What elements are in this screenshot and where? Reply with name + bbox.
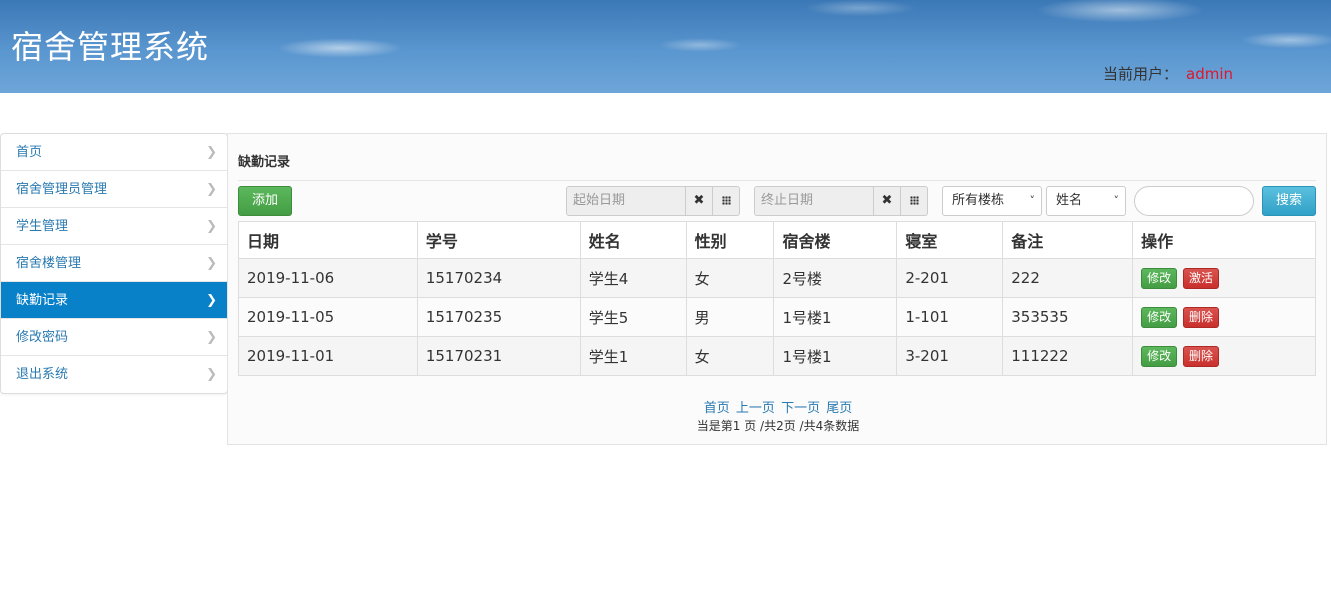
building-select[interactable]: 所有楼栋 ˅ <box>942 186 1042 216</box>
cell-date: 2019-11-05 <box>238 297 418 337</box>
edit-button[interactable]: 修改 <box>1141 306 1178 328</box>
clear-icon[interactable]: ✖ <box>686 186 713 216</box>
first-page-link[interactable]: 首页 <box>704 401 730 416</box>
sidebar-item-absence-records[interactable]: 缺勤记录 ❯ <box>1 282 227 319</box>
search-input[interactable] <box>1134 186 1254 216</box>
current-user-name[interactable]: admin <box>1186 65 1233 83</box>
table-row: 2019-11-05 15170235 学生5 男 1号楼1 1-101 353… <box>238 297 1316 337</box>
cell-note: 222 <box>1002 258 1134 298</box>
sidebar-item-home[interactable]: 首页 ❯ <box>1 134 227 171</box>
sidebar-item-label: 宿舍管理员管理 <box>16 182 108 197</box>
cell-actions: 修改 删除 <box>1132 336 1316 376</box>
cell-student-id: 15170231 <box>416 336 581 376</box>
sidebar-item-logout[interactable]: 退出系统 ❯ <box>1 356 227 393</box>
search-field-select[interactable]: 姓名 ˅ <box>1046 186 1126 216</box>
main-panel: 缺勤记录 添加 起始日期 ✖ 终止日期 ✖ 所有楼栋 ˅ 姓名 ˅ 搜索 日期 … <box>227 133 1327 445</box>
app-header: 宿舍管理系统 当前用户： admin <box>0 0 1331 93</box>
sidebar-item-students[interactable]: 学生管理 ❯ <box>1 208 227 245</box>
cell-name: 学生1 <box>579 336 687 376</box>
absence-table: 日期 学号 姓名 性别 宿舍楼 寝室 备注 操作 2019-11-06 1517… <box>238 221 1316 376</box>
title-divider <box>238 180 1316 181</box>
cell-date: 2019-11-06 <box>238 258 418 298</box>
sidebar: 首页 ❯ 宿舍管理员管理 ❯ 学生管理 ❯ 宿舍楼管理 ❯ 缺勤记录 ❯ 修改密… <box>0 133 228 394</box>
current-user-label: 当前用户： <box>1103 65 1179 83</box>
cell-actions: 修改 删除 <box>1132 297 1316 337</box>
sidebar-item-label: 修改密码 <box>16 330 69 345</box>
sidebar-item-label: 缺勤记录 <box>16 293 69 308</box>
sidebar-item-label: 首页 <box>16 145 43 160</box>
cell-gender: 女 <box>685 336 775 376</box>
column-header-date: 日期 <box>238 221 418 259</box>
page-title: 缺勤记录 <box>238 155 291 170</box>
search-field-select-value: 姓名 <box>1056 193 1083 208</box>
table-row: 2019-11-01 15170231 学生1 女 1号楼1 3-201 111… <box>238 336 1316 376</box>
chevron-down-icon: ˅ <box>1113 194 1120 207</box>
sidebar-item-label: 退出系统 <box>16 367 69 382</box>
building-select-value: 所有楼栋 <box>952 193 1005 208</box>
cell-gender: 男 <box>685 297 775 337</box>
start-date-input[interactable]: 起始日期 <box>566 186 686 216</box>
delete-button[interactable]: 删除 <box>1182 306 1219 328</box>
chevron-right-icon: ❯ <box>206 330 217 345</box>
last-page-link[interactable]: 尾页 <box>826 401 852 416</box>
cell-student-id: 15170235 <box>416 297 581 337</box>
pagination-info: 当是第1 页 /共2页 /共4条数据 <box>696 419 860 433</box>
activate-button[interactable]: 激活 <box>1182 267 1219 289</box>
column-header-building: 宿舍楼 <box>773 221 898 259</box>
column-header-gender: 性别 <box>685 221 775 259</box>
table-row: 2019-11-06 15170234 学生4 女 2号楼 2-201 222 … <box>238 258 1316 298</box>
column-header-student-id: 学号 <box>416 221 581 259</box>
cell-building: 1号楼1 <box>773 297 898 337</box>
calendar-grid-icon[interactable] <box>713 186 740 216</box>
chevron-down-icon: ˅ <box>1029 194 1036 207</box>
sidebar-item-label: 学生管理 <box>16 219 69 234</box>
column-header-note: 备注 <box>1002 221 1134 259</box>
current-user: 当前用户： admin <box>1103 63 1233 84</box>
edit-button[interactable]: 修改 <box>1141 267 1178 289</box>
cell-note: 353535 <box>1002 297 1134 337</box>
cell-room: 1-101 <box>896 297 1004 337</box>
search-button[interactable]: 搜索 <box>1262 186 1316 216</box>
end-date-input[interactable]: 终止日期 <box>754 186 874 216</box>
chevron-right-icon: ❯ <box>206 219 217 234</box>
cell-building: 1号楼1 <box>773 336 898 376</box>
cell-room: 3-201 <box>896 336 1004 376</box>
chevron-right-icon: ❯ <box>206 293 217 308</box>
edit-button[interactable]: 修改 <box>1141 345 1178 367</box>
delete-button[interactable]: 删除 <box>1182 345 1219 367</box>
sidebar-item-change-password[interactable]: 修改密码 ❯ <box>1 319 227 356</box>
column-header-room: 寝室 <box>896 221 1004 259</box>
sidebar-item-buildings[interactable]: 宿舍楼管理 ❯ <box>1 245 227 282</box>
prev-page-link[interactable]: 上一页 <box>736 401 775 416</box>
table-header-row: 日期 学号 姓名 性别 宿舍楼 寝室 备注 操作 <box>238 221 1316 259</box>
cell-actions: 修改 激活 <box>1132 258 1316 298</box>
column-header-name: 姓名 <box>579 221 687 259</box>
cell-gender: 女 <box>685 258 775 298</box>
cell-student-id: 15170234 <box>416 258 581 298</box>
cell-room: 2-201 <box>896 258 1004 298</box>
cell-name: 学生5 <box>579 297 687 337</box>
app-title: 宿舍管理系统 <box>11 28 210 66</box>
chevron-right-icon: ❯ <box>206 145 217 160</box>
next-page-link[interactable]: 下一页 <box>781 401 820 416</box>
chevron-right-icon: ❯ <box>206 182 217 197</box>
cell-date: 2019-11-01 <box>238 336 418 376</box>
cell-name: 学生4 <box>579 258 687 298</box>
cell-building: 2号楼 <box>773 258 898 298</box>
calendar-grid-icon[interactable] <box>901 186 928 216</box>
sidebar-item-dorm-admins[interactable]: 宿舍管理员管理 ❯ <box>1 171 227 208</box>
add-button[interactable]: 添加 <box>238 186 292 216</box>
chevron-right-icon: ❯ <box>206 367 217 382</box>
clear-icon[interactable]: ✖ <box>874 186 901 216</box>
pagination: 首页 上一页 下一页 尾页 <box>228 397 1328 416</box>
cell-note: 111222 <box>1002 336 1134 376</box>
sidebar-item-label: 宿舍楼管理 <box>16 256 82 271</box>
chevron-right-icon: ❯ <box>206 256 217 271</box>
start-date-group: 起始日期 ✖ <box>566 186 740 216</box>
column-header-actions: 操作 <box>1132 221 1316 259</box>
end-date-group: 终止日期 ✖ <box>754 186 928 216</box>
